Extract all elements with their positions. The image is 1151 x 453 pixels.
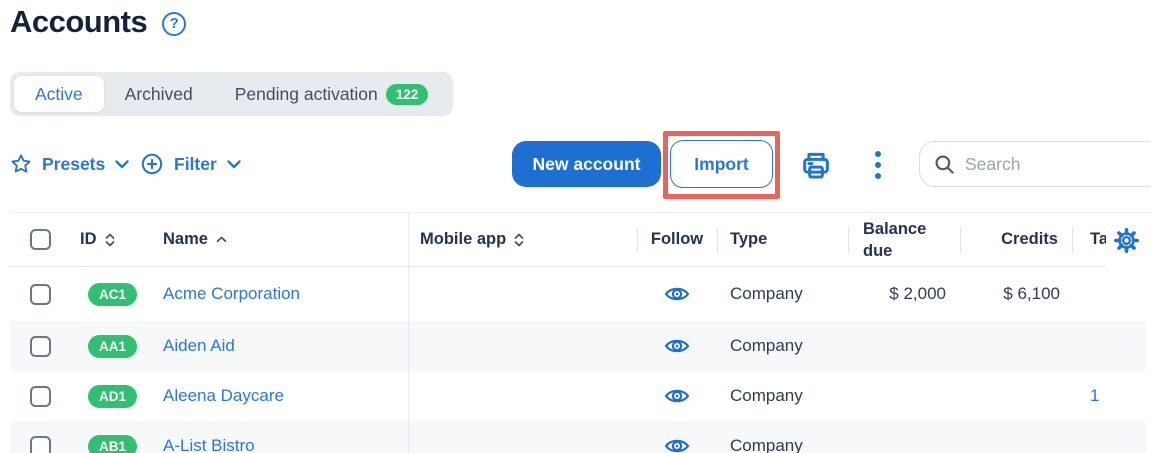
table-row: AB1 A-List Bistro Company <box>10 421 1151 453</box>
follow-eye-icon[interactable] <box>664 337 690 355</box>
column-header-mobile-app[interactable]: Mobile app <box>408 213 637 266</box>
column-header-credits[interactable]: Credits <box>960 213 1072 266</box>
new-account-button[interactable]: New account <box>512 141 661 187</box>
tab-bar: Active Archived Pending activation 122 <box>10 72 453 116</box>
balance-due-value: $ 2,000 <box>889 284 946 304</box>
table-row: AA1 Aiden Aid Company <box>10 321 1151 371</box>
plus-circle-icon <box>140 152 164 176</box>
account-name-link[interactable]: Aleena Daycare <box>163 386 284 406</box>
gear-icon <box>1113 227 1140 254</box>
id-badge: AA1 <box>88 335 137 358</box>
import-button[interactable]: Import <box>670 140 773 188</box>
presets-label: Presets <box>42 154 105 175</box>
star-icon <box>10 153 32 175</box>
table-row: AD1 Aleena Daycare Company 1 <box>10 371 1151 421</box>
print-button[interactable] <box>799 148 833 182</box>
tab-active[interactable]: Active <box>14 76 104 112</box>
account-type: Company <box>730 336 803 356</box>
tab-pending-activation[interactable]: Pending activation 122 <box>214 76 450 112</box>
id-badge: AD1 <box>88 385 137 408</box>
row-checkbox[interactable] <box>30 436 51 453</box>
sort-icon <box>105 232 115 248</box>
search-icon <box>934 154 955 175</box>
chevron-down-icon <box>115 160 129 169</box>
presets-dropdown[interactable]: Presets <box>10 141 129 187</box>
column-header-type[interactable]: Type <box>717 213 848 266</box>
id-badge: AC1 <box>88 283 137 306</box>
tab-archived[interactable]: Archived <box>104 76 214 112</box>
account-name-link[interactable]: Aiden Aid <box>163 336 235 356</box>
help-icon[interactable]: ? <box>162 12 186 36</box>
row-checkbox[interactable] <box>30 284 51 305</box>
tab-label: Active <box>35 84 83 105</box>
kebab-menu-icon[interactable] <box>867 146 889 184</box>
tab-label: Archived <box>125 84 193 105</box>
column-header-balance-due[interactable]: Balance due <box>848 213 960 266</box>
filter-label: Filter <box>174 154 217 175</box>
chevron-down-icon <box>227 160 241 169</box>
account-type: Company <box>730 386 803 406</box>
column-header-id[interactable]: ID <box>70 213 150 266</box>
search-box[interactable] <box>919 141 1151 187</box>
column-settings-button[interactable] <box>1106 213 1146 267</box>
follow-eye-icon[interactable] <box>664 437 690 453</box>
account-name-link[interactable]: Acme Corporation <box>163 284 300 304</box>
name-column-divider <box>408 213 409 453</box>
row-checkbox[interactable] <box>30 386 51 407</box>
tags-value[interactable]: 1 <box>1090 386 1099 406</box>
id-badge: AB1 <box>88 435 137 453</box>
account-type: Company <box>730 436 803 453</box>
accounts-table: ID Name Mobile app Foll <box>10 212 1151 453</box>
account-type: Company <box>730 284 803 304</box>
tab-label: Pending activation <box>235 84 378 105</box>
credits-value: $ 6,100 <box>1003 284 1060 304</box>
search-input[interactable] <box>965 154 1151 175</box>
follow-eye-icon[interactable] <box>664 285 690 303</box>
column-header-follow[interactable]: Follow <box>637 213 717 266</box>
select-all-checkbox[interactable] <box>30 229 51 250</box>
sort-icon <box>514 232 524 248</box>
printer-icon <box>799 148 833 182</box>
filter-dropdown[interactable]: Filter <box>140 141 241 187</box>
column-header-name[interactable]: Name <box>150 213 408 266</box>
table-header-row: ID Name Mobile app Foll <box>10 213 1151 267</box>
sort-asc-icon <box>216 236 227 243</box>
row-checkbox[interactable] <box>30 336 51 357</box>
page-title: Accounts <box>10 4 147 40</box>
follow-eye-icon[interactable] <box>664 387 690 405</box>
table-row: AC1 Acme Corporation Company $ 2,000 $ 6… <box>10 267 1151 321</box>
page-header: Accounts ? <box>10 4 186 40</box>
account-name-link[interactable]: A-List Bistro <box>163 436 255 453</box>
right-edge-gutter <box>1146 213 1151 453</box>
pending-count-badge: 122 <box>386 84 429 105</box>
